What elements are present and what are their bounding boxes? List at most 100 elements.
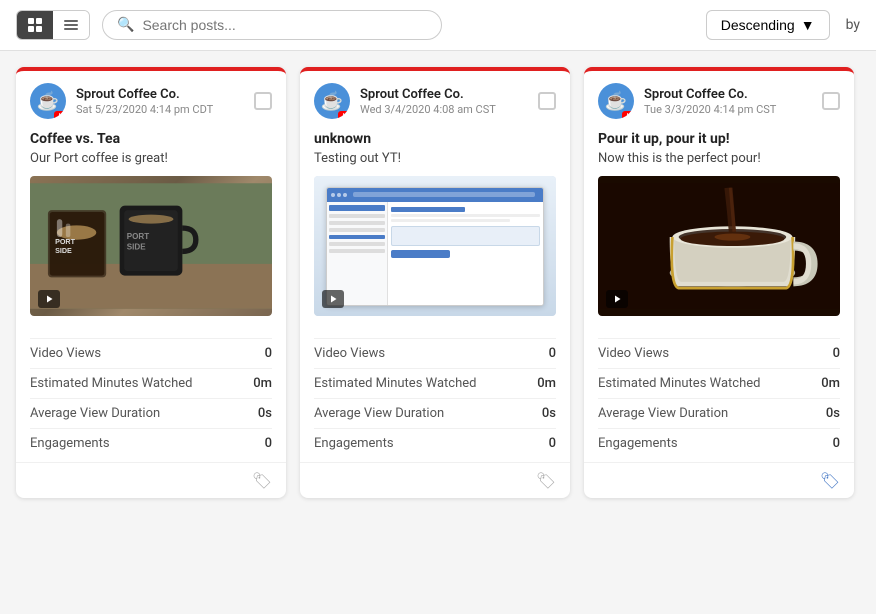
main-button: [391, 250, 451, 258]
duration-value-1: 0s: [258, 406, 272, 421]
stat-row-engagements-3: Engagements 0: [598, 428, 840, 458]
post-card-2: ☕ Sprout Coffee Co. Wed 3/4/2020 4:08 am…: [300, 67, 570, 498]
screen-mockup: [326, 187, 544, 306]
view-toggle: [16, 10, 90, 40]
nav-dot-1: [331, 193, 335, 197]
youtube-badge-3: [622, 111, 634, 119]
account-name-3: Sprout Coffee Co.: [644, 87, 812, 102]
sidebar-item-active: [329, 205, 384, 211]
search-input[interactable]: [142, 17, 427, 33]
svg-text:PORT: PORT: [127, 232, 149, 241]
avatar-2: ☕: [314, 83, 350, 119]
main-row-2: [391, 214, 540, 217]
address-bar: [353, 192, 535, 197]
stats-3: Video Views 0 Estimated Minutes Watched …: [584, 338, 854, 458]
stats-2: Video Views 0 Estimated Minutes Watched …: [300, 338, 570, 458]
cards-container: ☕ Sprout Coffee Co. Sat 5/23/2020 4:14 p…: [0, 51, 876, 514]
video-views-label-3: Video Views: [598, 346, 669, 361]
post-date-2: Wed 3/4/2020 4:08 am CST: [360, 103, 528, 116]
by-label: by: [846, 17, 860, 33]
chevron-down-icon: ▼: [801, 17, 815, 33]
tag-icon-3[interactable]: 🏷: [820, 471, 840, 490]
card-header-3: ☕ Sprout Coffee Co. Tue 3/3/2020 4:14 pm…: [584, 71, 854, 131]
account-name-2: Sprout Coffee Co.: [360, 87, 528, 102]
thumbnail-2: [314, 176, 556, 316]
card-body-2: unknown Testing out YT!: [300, 131, 570, 338]
duration-label-3: Average View Duration: [598, 406, 728, 421]
card-checkbox-1[interactable]: [254, 92, 272, 110]
screen-thumb: [314, 176, 556, 316]
card-header-2: ☕ Sprout Coffee Co. Wed 3/4/2020 4:08 am…: [300, 71, 570, 131]
stats-1: Video Views 0 Estimated Minutes Watched …: [16, 338, 286, 458]
main-row-3: [391, 219, 511, 222]
youtube-badge-1: [54, 111, 66, 119]
duration-value-2: 0s: [542, 406, 556, 421]
screen-nav: [327, 188, 543, 202]
post-subtitle-3: Now this is the perfect pour!: [598, 151, 840, 166]
stat-row-duration-1: Average View Duration 0s: [30, 398, 272, 428]
minutes-label-1: Estimated Minutes Watched: [30, 376, 192, 391]
card-body-1: Coffee vs. Tea Our Port coffee is great!…: [16, 131, 286, 338]
tag-icon-1[interactable]: 🏷: [252, 471, 272, 490]
grid-view-button[interactable]: [17, 11, 53, 39]
post-subtitle-2: Testing out YT!: [314, 151, 556, 166]
sort-label: Descending: [721, 17, 795, 33]
tag-icon-2[interactable]: 🏷: [536, 471, 556, 490]
duration-label-1: Average View Duration: [30, 406, 160, 421]
minutes-label-3: Estimated Minutes Watched: [598, 376, 760, 391]
search-icon: 🔍: [117, 17, 134, 33]
minutes-value-1: 0m: [253, 376, 272, 391]
stat-row-engagements-2: Engagements 0: [314, 428, 556, 458]
thumbnail-svg-1: PORT SIDE PORT SIDE: [30, 176, 272, 316]
video-icon-1: [38, 290, 60, 308]
duration-label-2: Average View Duration: [314, 406, 444, 421]
main-row-1: [391, 207, 466, 212]
engagements-label-3: Engagements: [598, 436, 678, 451]
engagements-label-1: Engagements: [30, 436, 110, 451]
video-icon-2: [322, 290, 344, 308]
engagements-label-2: Engagements: [314, 436, 394, 451]
post-subtitle-1: Our Port coffee is great!: [30, 151, 272, 166]
video-views-value-3: 0: [833, 346, 840, 361]
avatar-3: ☕: [598, 83, 634, 119]
stat-row-video-views-2: Video Views 0: [314, 338, 556, 368]
card-body-3: Pour it up, pour it up! Now this is the …: [584, 131, 854, 338]
top-bar: 🔍 Descending ▼ by: [0, 0, 876, 51]
stat-row-minutes-2: Estimated Minutes Watched 0m: [314, 368, 556, 398]
sidebar-item-5: [329, 242, 384, 246]
account-name-1: Sprout Coffee Co.: [76, 87, 244, 102]
header-info-1: Sprout Coffee Co. Sat 5/23/2020 4:14 pm …: [76, 87, 244, 116]
minutes-label-2: Estimated Minutes Watched: [314, 376, 476, 391]
header-info-2: Sprout Coffee Co. Wed 3/4/2020 4:08 am C…: [360, 87, 528, 116]
avatar-1: ☕: [30, 83, 66, 119]
duration-value-3: 0s: [826, 406, 840, 421]
sidebar-item-1: [329, 214, 384, 218]
card-checkbox-3[interactable]: [822, 92, 840, 110]
stat-row-minutes-3: Estimated Minutes Watched 0m: [598, 368, 840, 398]
video-icon-3: [606, 290, 628, 308]
card-footer-3: 🏷: [584, 462, 854, 498]
main-form-area: [391, 226, 540, 246]
thumbnail-1: PORT SIDE PORT SIDE: [30, 176, 272, 316]
screen-main: [388, 202, 543, 305]
video-views-value-1: 0: [265, 346, 272, 361]
nav-dot-2: [337, 193, 341, 197]
card-footer-1: 🏷: [16, 462, 286, 498]
stat-row-duration-2: Average View Duration 0s: [314, 398, 556, 428]
stat-row-video-views-3: Video Views 0: [598, 338, 840, 368]
engagements-value-3: 0: [833, 436, 840, 451]
card-checkbox-2[interactable]: [538, 92, 556, 110]
header-info-3: Sprout Coffee Co. Tue 3/3/2020 4:14 pm C…: [644, 87, 812, 116]
sidebar-item-2: [329, 221, 384, 225]
sidebar-item-6: [329, 249, 384, 253]
post-card-3: ☕ Sprout Coffee Co. Tue 3/3/2020 4:14 pm…: [584, 67, 854, 498]
engagements-value-2: 0: [549, 436, 556, 451]
stat-row-duration-3: Average View Duration 0s: [598, 398, 840, 428]
video-views-label-2: Video Views: [314, 346, 385, 361]
youtube-badge-2: [338, 111, 350, 119]
thumbnail-3: [598, 176, 840, 316]
post-title-1: Coffee vs. Tea: [30, 131, 272, 147]
list-view-button[interactable]: [53, 11, 89, 39]
svg-text:PORT: PORT: [55, 238, 76, 246]
sort-button[interactable]: Descending ▼: [706, 10, 830, 40]
